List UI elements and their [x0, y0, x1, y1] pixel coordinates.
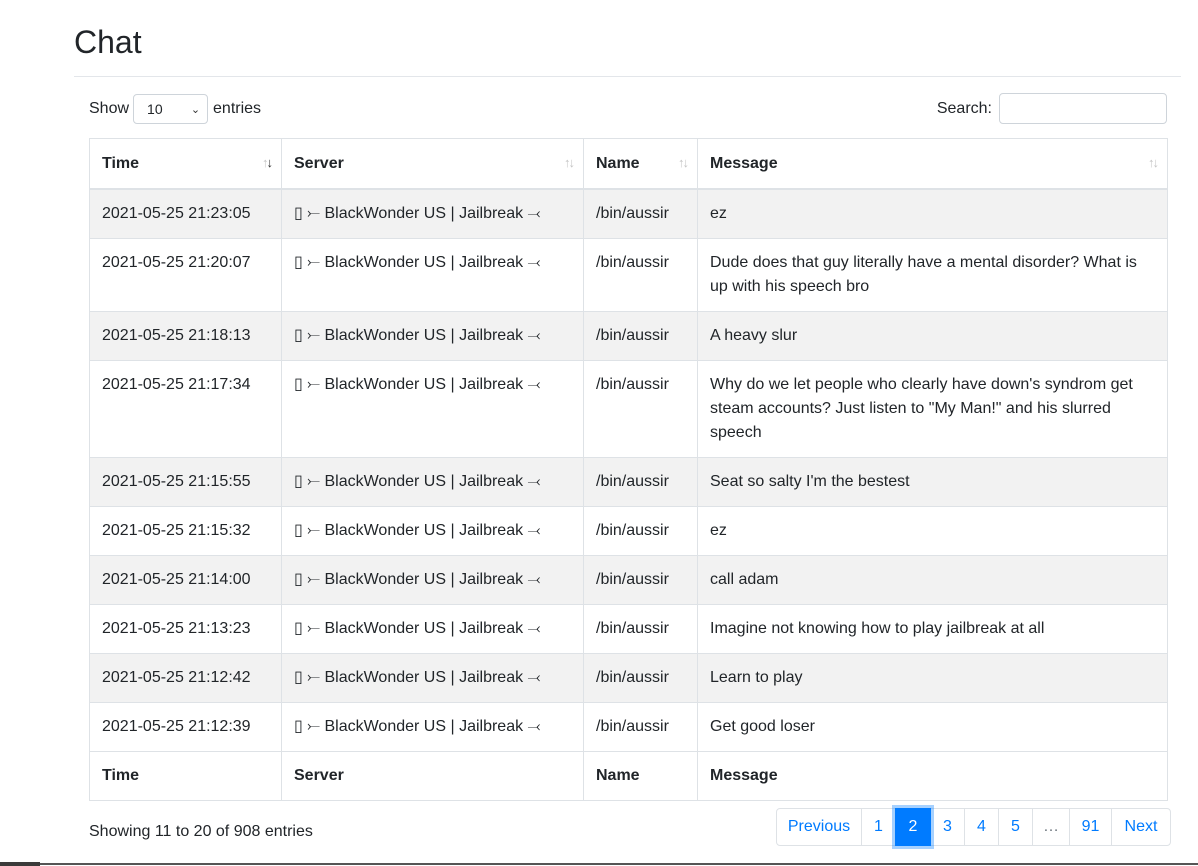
- search-label: Search:: [936, 99, 992, 117]
- page-button-91[interactable]: 91: [1069, 808, 1112, 846]
- window-bottom-edge: [0, 862, 1198, 866]
- cell-time: 2021-05-25 21:12:42: [89, 653, 282, 703]
- table-header-row: Time ↑↓ Server ↑↓ Name ↑↓ Message ↑↓: [89, 138, 1168, 190]
- cell-message: Get good loser: [697, 702, 1168, 752]
- title-divider: [74, 76, 1181, 77]
- table-row: 2021-05-25 21:15:32 ▯ ⤚ BlackWonder US |…: [89, 506, 1168, 556]
- cell-time: 2021-05-25 21:12:39: [89, 702, 282, 752]
- column-header-server[interactable]: Server ↑↓: [281, 138, 584, 190]
- column-header-message[interactable]: Message ↑↓: [697, 138, 1168, 190]
- cell-name: /bin/aussir: [583, 604, 698, 654]
- cell-server: ▯ ⤚ BlackWonder US | Jailbreak ⤙: [281, 604, 584, 654]
- cell-message: Why do we let people who clearly have do…: [697, 360, 1168, 458]
- page-button-2[interactable]: 2: [895, 808, 931, 846]
- cell-server: ▯ ⤚ BlackWonder US | Jailbreak ⤙: [281, 360, 584, 458]
- cell-time: 2021-05-25 21:15:32: [89, 506, 282, 556]
- cell-name: /bin/aussir: [583, 457, 698, 507]
- entries-length-control: Show 10 ⌄ entries: [89, 94, 261, 124]
- cell-server: ▯ ⤚ BlackWonder US | Jailbreak ⤙: [281, 311, 584, 361]
- entries-per-page-value: 10: [147, 101, 163, 117]
- cell-server: ▯ ⤚ BlackWonder US | Jailbreak ⤙: [281, 506, 584, 556]
- chevron-down-icon: ⌄: [190, 103, 201, 116]
- cell-time: 2021-05-25 21:15:55: [89, 457, 282, 507]
- page-ellipsis: …: [1032, 808, 1070, 846]
- entries-label: entries: [213, 100, 262, 117]
- page-button-4[interactable]: 4: [964, 808, 999, 846]
- search-control: Search:: [937, 93, 1167, 124]
- cell-name: /bin/aussir: [583, 311, 698, 361]
- footer-time: Time: [89, 751, 282, 801]
- cell-server: ▯ ⤚ BlackWonder US | Jailbreak ⤙: [281, 188, 584, 239]
- cell-time: 2021-05-25 21:18:13: [89, 311, 282, 361]
- table-row: 2021-05-25 21:18:13 ▯ ⤚ BlackWonder US |…: [89, 311, 1168, 361]
- sort-icon: ↑↓: [678, 155, 689, 170]
- cell-message: ez: [697, 506, 1168, 556]
- footer-name: Name: [583, 751, 698, 801]
- cell-server: ▯ ⤚ BlackWonder US | Jailbreak ⤙: [281, 702, 584, 752]
- column-header-name[interactable]: Name ↑↓: [583, 138, 698, 190]
- sort-icon: ↑↓: [564, 155, 575, 170]
- table-row: 2021-05-25 21:17:34 ▯ ⤚ BlackWonder US |…: [89, 360, 1168, 458]
- cell-time: 2021-05-25 21:14:00: [89, 555, 282, 605]
- cell-message: Imagine not knowing how to play jailbrea…: [697, 604, 1168, 654]
- column-header-time[interactable]: Time ↑↓: [89, 138, 282, 190]
- table-row: 2021-05-25 21:15:55 ▯ ⤚ BlackWonder US |…: [89, 457, 1168, 507]
- cell-server: ▯ ⤚ BlackWonder US | Jailbreak ⤙: [281, 457, 584, 507]
- cell-message: Seat so salty I'm the bestest: [697, 457, 1168, 507]
- next-page-button[interactable]: Next: [1111, 808, 1171, 846]
- cell-time: 2021-05-25 21:13:23: [89, 604, 282, 654]
- cell-time: 2021-05-25 21:17:34: [89, 360, 282, 458]
- page-button-3[interactable]: 3: [930, 808, 965, 846]
- chat-table: Time ↑↓ Server ↑↓ Name ↑↓ Message ↑↓ 202…: [89, 138, 1168, 801]
- cell-name: /bin/aussir: [583, 188, 698, 239]
- show-label: Show: [89, 100, 130, 117]
- cell-name: /bin/aussir: [583, 506, 698, 556]
- cell-time: 2021-05-25 21:23:05: [89, 188, 282, 239]
- entries-per-page-select[interactable]: 10 ⌄: [133, 94, 209, 124]
- search-input[interactable]: [999, 93, 1167, 124]
- page-title: Chat: [74, 24, 142, 60]
- table-footer-row: Time Server Name Message: [89, 751, 1168, 801]
- cell-name: /bin/aussir: [583, 555, 698, 605]
- cell-message: A heavy slur: [697, 311, 1168, 361]
- cell-message: call adam: [697, 555, 1168, 605]
- cell-message: Learn to play: [697, 653, 1168, 703]
- pagination: Previous 1 2 3 4 5 … 91 Next: [776, 808, 1171, 846]
- table-row: 2021-05-25 21:23:05 ▯ ⤚ BlackWonder US |…: [89, 188, 1168, 239]
- footer-message: Message: [697, 751, 1168, 801]
- cell-name: /bin/aussir: [583, 653, 698, 703]
- table-row: 2021-05-25 21:12:42 ▯ ⤚ BlackWonder US |…: [89, 653, 1168, 703]
- previous-page-button[interactable]: Previous: [776, 808, 862, 846]
- cell-server: ▯ ⤚ BlackWonder US | Jailbreak ⤙: [281, 555, 584, 605]
- cell-server: ▯ ⤚ BlackWonder US | Jailbreak ⤙: [281, 238, 584, 312]
- page-button-1[interactable]: 1: [861, 808, 896, 846]
- cell-server: ▯ ⤚ BlackWonder US | Jailbreak ⤙: [281, 653, 584, 703]
- cell-message: ez: [697, 188, 1168, 239]
- cell-name: /bin/aussir: [583, 238, 698, 312]
- cell-name: /bin/aussir: [583, 702, 698, 752]
- table-row: 2021-05-25 21:12:39 ▯ ⤚ BlackWonder US |…: [89, 702, 1168, 752]
- sort-icon: ↑↓: [1148, 155, 1159, 170]
- table-row: 2021-05-25 21:20:07 ▯ ⤚ BlackWonder US |…: [89, 238, 1168, 312]
- cell-time: 2021-05-25 21:20:07: [89, 238, 282, 312]
- footer-server: Server: [281, 751, 584, 801]
- cell-message: Dude does that guy literally have a ment…: [697, 238, 1168, 312]
- table-row: 2021-05-25 21:13:23 ▯ ⤚ BlackWonder US |…: [89, 604, 1168, 654]
- table-info: Showing 11 to 20 of 908 entries: [89, 823, 313, 840]
- table-row: 2021-05-25 21:14:00 ▯ ⤚ BlackWonder US |…: [89, 555, 1168, 605]
- cell-name: /bin/aussir: [583, 360, 698, 458]
- sort-icon: ↑↓: [262, 155, 273, 170]
- page-button-5[interactable]: 5: [998, 808, 1033, 846]
